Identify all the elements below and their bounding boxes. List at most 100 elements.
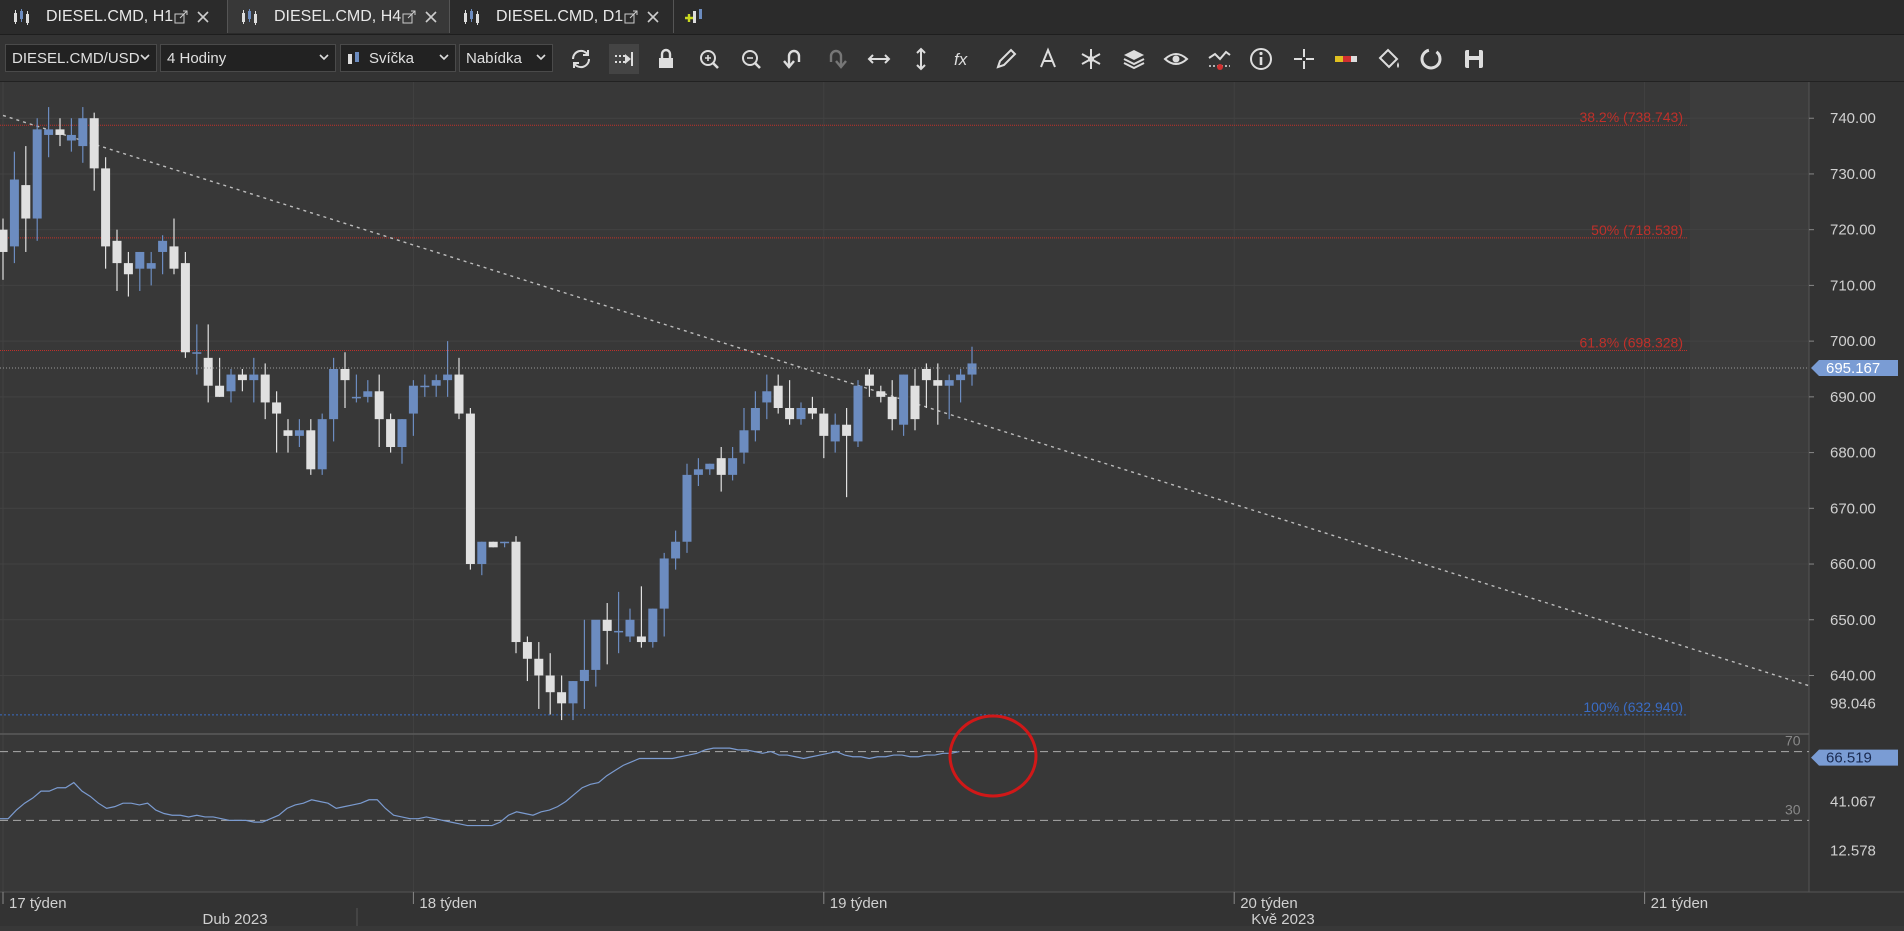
candle[interactable] — [363, 380, 373, 403]
info-button[interactable] — [1246, 44, 1276, 74]
candle[interactable] — [876, 385, 886, 403]
pencil-button[interactable] — [991, 44, 1021, 74]
candle[interactable] — [9, 151, 19, 264]
indicator-alert-button[interactable] — [1204, 44, 1234, 74]
candle[interactable] — [0, 218, 8, 280]
horizontal-resize-button[interactable] — [864, 44, 894, 74]
candle[interactable] — [477, 541, 487, 576]
add-chart-tab-icon[interactable] — [684, 6, 708, 28]
candle[interactable] — [750, 391, 760, 442]
candle[interactable] — [386, 413, 396, 453]
candle[interactable] — [431, 374, 441, 397]
candle[interactable] — [545, 653, 555, 715]
symbol-select[interactable]: DIESEL.CMD/USD — [5, 44, 157, 72]
candle[interactable] — [237, 368, 247, 392]
shift-right-button[interactable] — [608, 44, 639, 74]
candle[interactable] — [32, 118, 42, 241]
candle[interactable] — [351, 374, 361, 403]
candle[interactable] — [534, 642, 544, 709]
close-icon[interactable] — [646, 10, 660, 24]
paint-bucket-button[interactable] — [1374, 44, 1404, 74]
candle[interactable] — [203, 324, 213, 403]
tab-diesel-h4[interactable]: DIESEL.CMD, H4 — [228, 0, 450, 33]
candle[interactable] — [921, 363, 931, 408]
candle[interactable] — [397, 419, 407, 464]
candle[interactable] — [443, 341, 453, 397]
price-side-select[interactable]: Nabídka — [459, 44, 553, 72]
zoom-out-button[interactable] — [736, 44, 766, 74]
candle[interactable] — [169, 218, 179, 275]
candle[interactable] — [283, 419, 293, 453]
vertical-resize-button[interactable] — [906, 44, 936, 74]
candle[interactable] — [967, 346, 977, 386]
candle[interactable] — [55, 118, 65, 147]
candle[interactable] — [511, 536, 521, 654]
time-axis[interactable] — [0, 892, 1904, 926]
candle[interactable] — [716, 447, 726, 492]
candle[interactable] — [78, 107, 88, 163]
candle[interactable] — [887, 380, 897, 431]
candle[interactable] — [785, 380, 795, 425]
candle[interactable] — [294, 419, 304, 448]
layers-button[interactable] — [1119, 44, 1149, 74]
candle[interactable] — [66, 118, 76, 152]
candle[interactable] — [853, 380, 863, 448]
candle[interactable] — [773, 374, 783, 414]
candle[interactable] — [956, 368, 966, 403]
candle[interactable] — [215, 357, 225, 397]
candle[interactable] — [899, 374, 909, 436]
undo-button[interactable] — [779, 44, 809, 74]
candle[interactable] — [21, 146, 31, 252]
candle[interactable] — [272, 391, 282, 453]
candle[interactable] — [659, 552, 669, 637]
candle[interactable] — [648, 608, 658, 648]
candle[interactable] — [306, 419, 316, 475]
redo-button[interactable] — [821, 44, 851, 74]
candle[interactable] — [408, 380, 418, 436]
close-icon[interactable] — [196, 10, 210, 24]
close-icon[interactable] — [424, 10, 438, 24]
candle[interactable] — [89, 112, 99, 191]
candle[interactable] — [146, 251, 156, 286]
candle[interactable] — [579, 619, 589, 709]
text-button[interactable] — [1034, 44, 1064, 74]
candle[interactable] — [420, 374, 430, 397]
objects-button[interactable] — [1076, 44, 1106, 74]
candle[interactable] — [260, 363, 270, 420]
candle[interactable] — [112, 229, 122, 291]
candle[interactable] — [226, 368, 236, 403]
candle[interactable] — [123, 251, 133, 297]
chart-area[interactable]: 38.2% (738.743) 50% (718.538) 61.8% (698.3… — [0, 82, 1904, 928]
candle[interactable] — [693, 458, 703, 487]
candle[interactable] — [317, 413, 327, 475]
candle[interactable] — [636, 586, 646, 648]
price-axis[interactable] — [1809, 82, 1904, 892]
candle[interactable] — [158, 235, 168, 275]
zoom-in-button[interactable] — [694, 44, 724, 74]
candle[interactable] — [807, 396, 817, 420]
candle[interactable] — [933, 363, 943, 425]
candle[interactable] — [728, 447, 738, 481]
pop-out-icon[interactable] — [174, 10, 188, 24]
candle[interactable] — [192, 324, 202, 375]
candle[interactable] — [614, 591, 624, 654]
candle[interactable] — [568, 681, 578, 721]
candle[interactable] — [739, 408, 749, 464]
rsi-line[interactable] — [0, 747, 960, 827]
eye-button[interactable] — [1161, 44, 1191, 74]
candle[interactable] — [329, 357, 339, 442]
candle[interactable] — [180, 251, 190, 358]
candle[interactable] — [796, 402, 806, 425]
candle[interactable] — [819, 408, 829, 459]
candle[interactable] — [557, 675, 567, 721]
candle[interactable] — [864, 368, 874, 397]
candle[interactable] — [249, 357, 259, 403]
candle[interactable] — [465, 408, 475, 570]
price-chart[interactable]: 38.2% (738.743) 50% (718.538) 61.8% (698.3… — [0, 82, 1904, 928]
candle[interactable] — [625, 608, 635, 643]
timeframe-select[interactable]: 4 Hodiny — [160, 44, 336, 72]
candle[interactable] — [454, 357, 464, 420]
candle[interactable] — [44, 107, 54, 158]
candle[interactable] — [705, 463, 715, 475]
tab-diesel-h1[interactable]: DIESEL.CMD, H1 — [0, 0, 228, 33]
